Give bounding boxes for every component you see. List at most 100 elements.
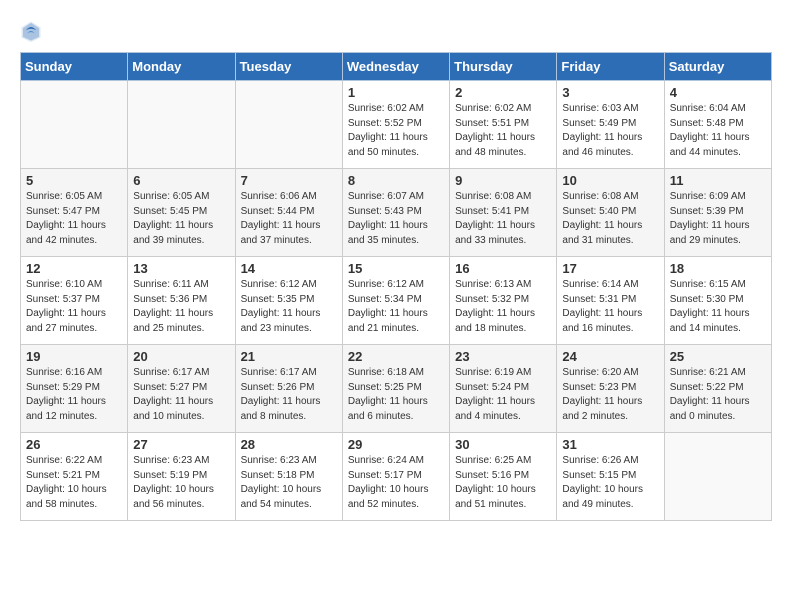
day-info: Sunrise: 6:12 AM Sunset: 5:34 PM Dayligh… — [348, 278, 444, 336]
day-number: 30 — [455, 437, 551, 452]
day-cell: 22 Sunrise: 6:18 AM Sunset: 5:25 PM Dayli… — [342, 345, 449, 433]
day-number: 18 — [670, 261, 766, 276]
day-cell: 16 Sunrise: 6:13 AM Sunset: 5:32 PM Dayli… — [450, 257, 557, 345]
day-number: 19 — [26, 349, 122, 364]
weekday-header-wednesday: Wednesday — [342, 53, 449, 81]
day-cell: 10 Sunrise: 6:08 AM Sunset: 5:40 PM Dayli… — [557, 169, 664, 257]
day-cell: 18 Sunrise: 6:15 AM Sunset: 5:30 PM Dayli… — [664, 257, 771, 345]
day-info: Sunrise: 6:04 AM Sunset: 5:48 PM Dayligh… — [670, 102, 766, 160]
day-number: 11 — [670, 173, 766, 188]
day-info: Sunrise: 6:17 AM Sunset: 5:27 PM Dayligh… — [133, 366, 229, 424]
day-info: Sunrise: 6:24 AM Sunset: 5:17 PM Dayligh… — [348, 454, 444, 512]
week-row-1: 1 Sunrise: 6:02 AM Sunset: 5:52 PM Daylig… — [21, 81, 772, 169]
day-info: Sunrise: 6:05 AM Sunset: 5:47 PM Dayligh… — [26, 190, 122, 248]
day-info: Sunrise: 6:11 AM Sunset: 5:36 PM Dayligh… — [133, 278, 229, 336]
day-number: 22 — [348, 349, 444, 364]
day-cell: 7 Sunrise: 6:06 AM Sunset: 5:44 PM Daylig… — [235, 169, 342, 257]
day-cell: 26 Sunrise: 6:22 AM Sunset: 5:21 PM Dayli… — [21, 433, 128, 521]
day-cell: 15 Sunrise: 6:12 AM Sunset: 5:34 PM Dayli… — [342, 257, 449, 345]
day-cell: 2 Sunrise: 6:02 AM Sunset: 5:51 PM Daylig… — [450, 81, 557, 169]
day-number: 2 — [455, 85, 551, 100]
day-cell: 11 Sunrise: 6:09 AM Sunset: 5:39 PM Dayli… — [664, 169, 771, 257]
day-info: Sunrise: 6:25 AM Sunset: 5:16 PM Dayligh… — [455, 454, 551, 512]
day-number: 4 — [670, 85, 766, 100]
day-cell: 13 Sunrise: 6:11 AM Sunset: 5:36 PM Dayli… — [128, 257, 235, 345]
day-number: 28 — [241, 437, 337, 452]
day-info: Sunrise: 6:14 AM Sunset: 5:31 PM Dayligh… — [562, 278, 658, 336]
day-cell: 23 Sunrise: 6:19 AM Sunset: 5:24 PM Dayli… — [450, 345, 557, 433]
day-info: Sunrise: 6:22 AM Sunset: 5:21 PM Dayligh… — [26, 454, 122, 512]
day-number: 16 — [455, 261, 551, 276]
weekday-row: SundayMondayTuesdayWednesdayThursdayFrid… — [21, 53, 772, 81]
day-number: 26 — [26, 437, 122, 452]
day-number: 15 — [348, 261, 444, 276]
day-cell: 1 Sunrise: 6:02 AM Sunset: 5:52 PM Daylig… — [342, 81, 449, 169]
day-info: Sunrise: 6:06 AM Sunset: 5:44 PM Dayligh… — [241, 190, 337, 248]
day-cell: 27 Sunrise: 6:23 AM Sunset: 5:19 PM Dayli… — [128, 433, 235, 521]
calendar-body: 1 Sunrise: 6:02 AM Sunset: 5:52 PM Daylig… — [21, 81, 772, 521]
day-number: 3 — [562, 85, 658, 100]
day-number: 10 — [562, 173, 658, 188]
day-cell: 14 Sunrise: 6:12 AM Sunset: 5:35 PM Dayli… — [235, 257, 342, 345]
day-number: 23 — [455, 349, 551, 364]
day-cell: 28Sunrise: 6:23 AM Sunset: 5:18 PM Dayli… — [235, 433, 342, 521]
day-info: Sunrise: 6:23 AM Sunset: 5:19 PM Dayligh… — [133, 454, 229, 512]
day-info: Sunrise: 6:07 AM Sunset: 5:43 PM Dayligh… — [348, 190, 444, 248]
day-number: 31 — [562, 437, 658, 452]
day-info: Sunrise: 6:20 AM Sunset: 5:23 PM Dayligh… — [562, 366, 658, 424]
day-cell: 4 Sunrise: 6:04 AM Sunset: 5:48 PM Daylig… — [664, 81, 771, 169]
day-info: Sunrise: 6:02 AM Sunset: 5:52 PM Dayligh… — [348, 102, 444, 160]
day-info: Sunrise: 6:02 AM Sunset: 5:51 PM Dayligh… — [455, 102, 551, 160]
day-info: Sunrise: 6:26 AM Sunset: 5:15 PM Dayligh… — [562, 454, 658, 512]
day-cell: 12 Sunrise: 6:10 AM Sunset: 5:37 PM Dayli… — [21, 257, 128, 345]
day-number: 12 — [26, 261, 122, 276]
day-number: 14 — [241, 261, 337, 276]
day-info: Sunrise: 6:08 AM Sunset: 5:41 PM Dayligh… — [455, 190, 551, 248]
day-info: Sunrise: 6:08 AM Sunset: 5:40 PM Dayligh… — [562, 190, 658, 248]
day-info: Sunrise: 6:16 AM Sunset: 5:29 PM Dayligh… — [26, 366, 122, 424]
day-cell: 31 Sunrise: 6:26 AM Sunset: 5:15 PM Dayli… — [557, 433, 664, 521]
day-cell: 9Sunrise: 6:08 AM Sunset: 5:41 PM Daylig… — [450, 169, 557, 257]
day-cell: 8 Sunrise: 6:07 AM Sunset: 5:43 PM Daylig… — [342, 169, 449, 257]
day-info: Sunrise: 6:15 AM Sunset: 5:30 PM Dayligh… — [670, 278, 766, 336]
day-info: Sunrise: 6:05 AM Sunset: 5:45 PM Dayligh… — [133, 190, 229, 248]
day-cell — [664, 433, 771, 521]
day-info: Sunrise: 6:10 AM Sunset: 5:37 PM Dayligh… — [26, 278, 122, 336]
weekday-header-friday: Friday — [557, 53, 664, 81]
day-info: Sunrise: 6:13 AM Sunset: 5:32 PM Dayligh… — [455, 278, 551, 336]
day-cell: 29 Sunrise: 6:24 AM Sunset: 5:17 PM Dayli… — [342, 433, 449, 521]
day-info: Sunrise: 6:19 AM Sunset: 5:24 PM Dayligh… — [455, 366, 551, 424]
day-cell: 5 Sunrise: 6:05 AM Sunset: 5:47 PM Daylig… — [21, 169, 128, 257]
day-info: Sunrise: 6:21 AM Sunset: 5:22 PM Dayligh… — [670, 366, 766, 424]
week-row-2: 5 Sunrise: 6:05 AM Sunset: 5:47 PM Daylig… — [21, 169, 772, 257]
day-number: 25 — [670, 349, 766, 364]
day-info: Sunrise: 6:09 AM Sunset: 5:39 PM Dayligh… — [670, 190, 766, 248]
day-number: 17 — [562, 261, 658, 276]
weekday-header-saturday: Saturday — [664, 53, 771, 81]
day-number: 29 — [348, 437, 444, 452]
day-cell: 19 Sunrise: 6:16 AM Sunset: 5:29 PM Dayli… — [21, 345, 128, 433]
day-number: 6 — [133, 173, 229, 188]
day-cell: 25 Sunrise: 6:21 AM Sunset: 5:22 PM Dayli… — [664, 345, 771, 433]
day-number: 8 — [348, 173, 444, 188]
day-number: 13 — [133, 261, 229, 276]
day-number: 24 — [562, 349, 658, 364]
day-cell — [235, 81, 342, 169]
day-info: Sunrise: 6:03 AM Sunset: 5:49 PM Dayligh… — [562, 102, 658, 160]
day-number: 27 — [133, 437, 229, 452]
calendar-header: SundayMondayTuesdayWednesdayThursdayFrid… — [21, 53, 772, 81]
day-info: Sunrise: 6:17 AM Sunset: 5:26 PM Dayligh… — [241, 366, 337, 424]
day-cell: 3 Sunrise: 6:03 AM Sunset: 5:49 PM Daylig… — [557, 81, 664, 169]
weekday-header-thursday: Thursday — [450, 53, 557, 81]
day-cell — [128, 81, 235, 169]
day-number: 21 — [241, 349, 337, 364]
day-info: Sunrise: 6:12 AM Sunset: 5:35 PM Dayligh… — [241, 278, 337, 336]
day-number: 5 — [26, 173, 122, 188]
day-cell — [21, 81, 128, 169]
day-number: 7 — [241, 173, 337, 188]
weekday-header-monday: Monday — [128, 53, 235, 81]
day-number: 1 — [348, 85, 444, 100]
day-cell: 17 Sunrise: 6:14 AM Sunset: 5:31 PM Dayli… — [557, 257, 664, 345]
day-cell: 30 Sunrise: 6:25 AM Sunset: 5:16 PM Dayli… — [450, 433, 557, 521]
day-info: Sunrise: 6:18 AM Sunset: 5:25 PM Dayligh… — [348, 366, 444, 424]
